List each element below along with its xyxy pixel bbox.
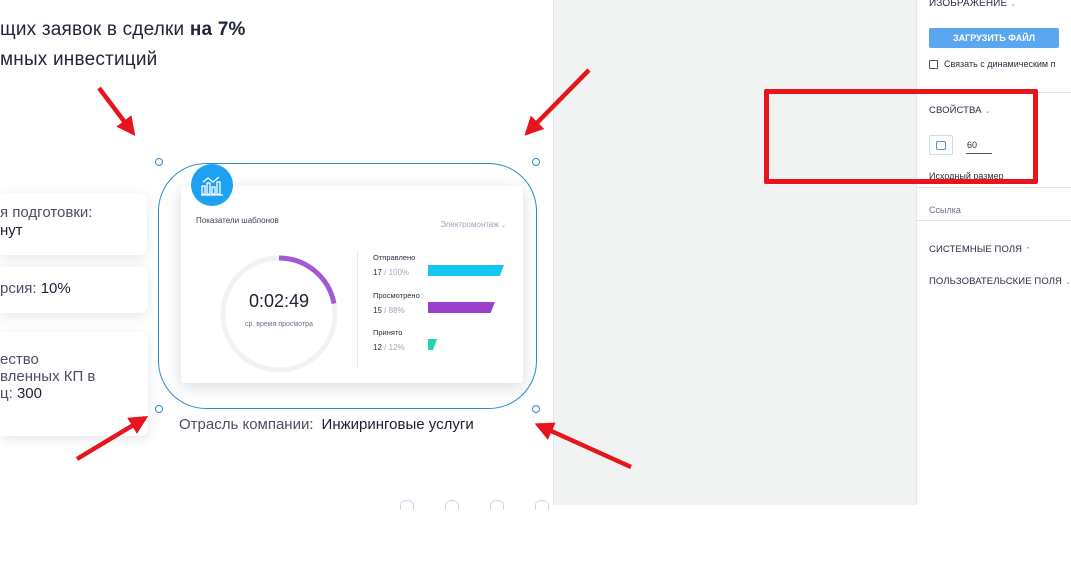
arrow-bottom-right [534,422,632,470]
annotation-arrows [75,68,632,470]
arrow-top-right [524,68,591,136]
arrow-top-left [97,86,136,137]
screen: щих заявок в сделки на 7% мных инвестици… [0,0,1071,564]
arrow-bottom-left [75,416,149,461]
